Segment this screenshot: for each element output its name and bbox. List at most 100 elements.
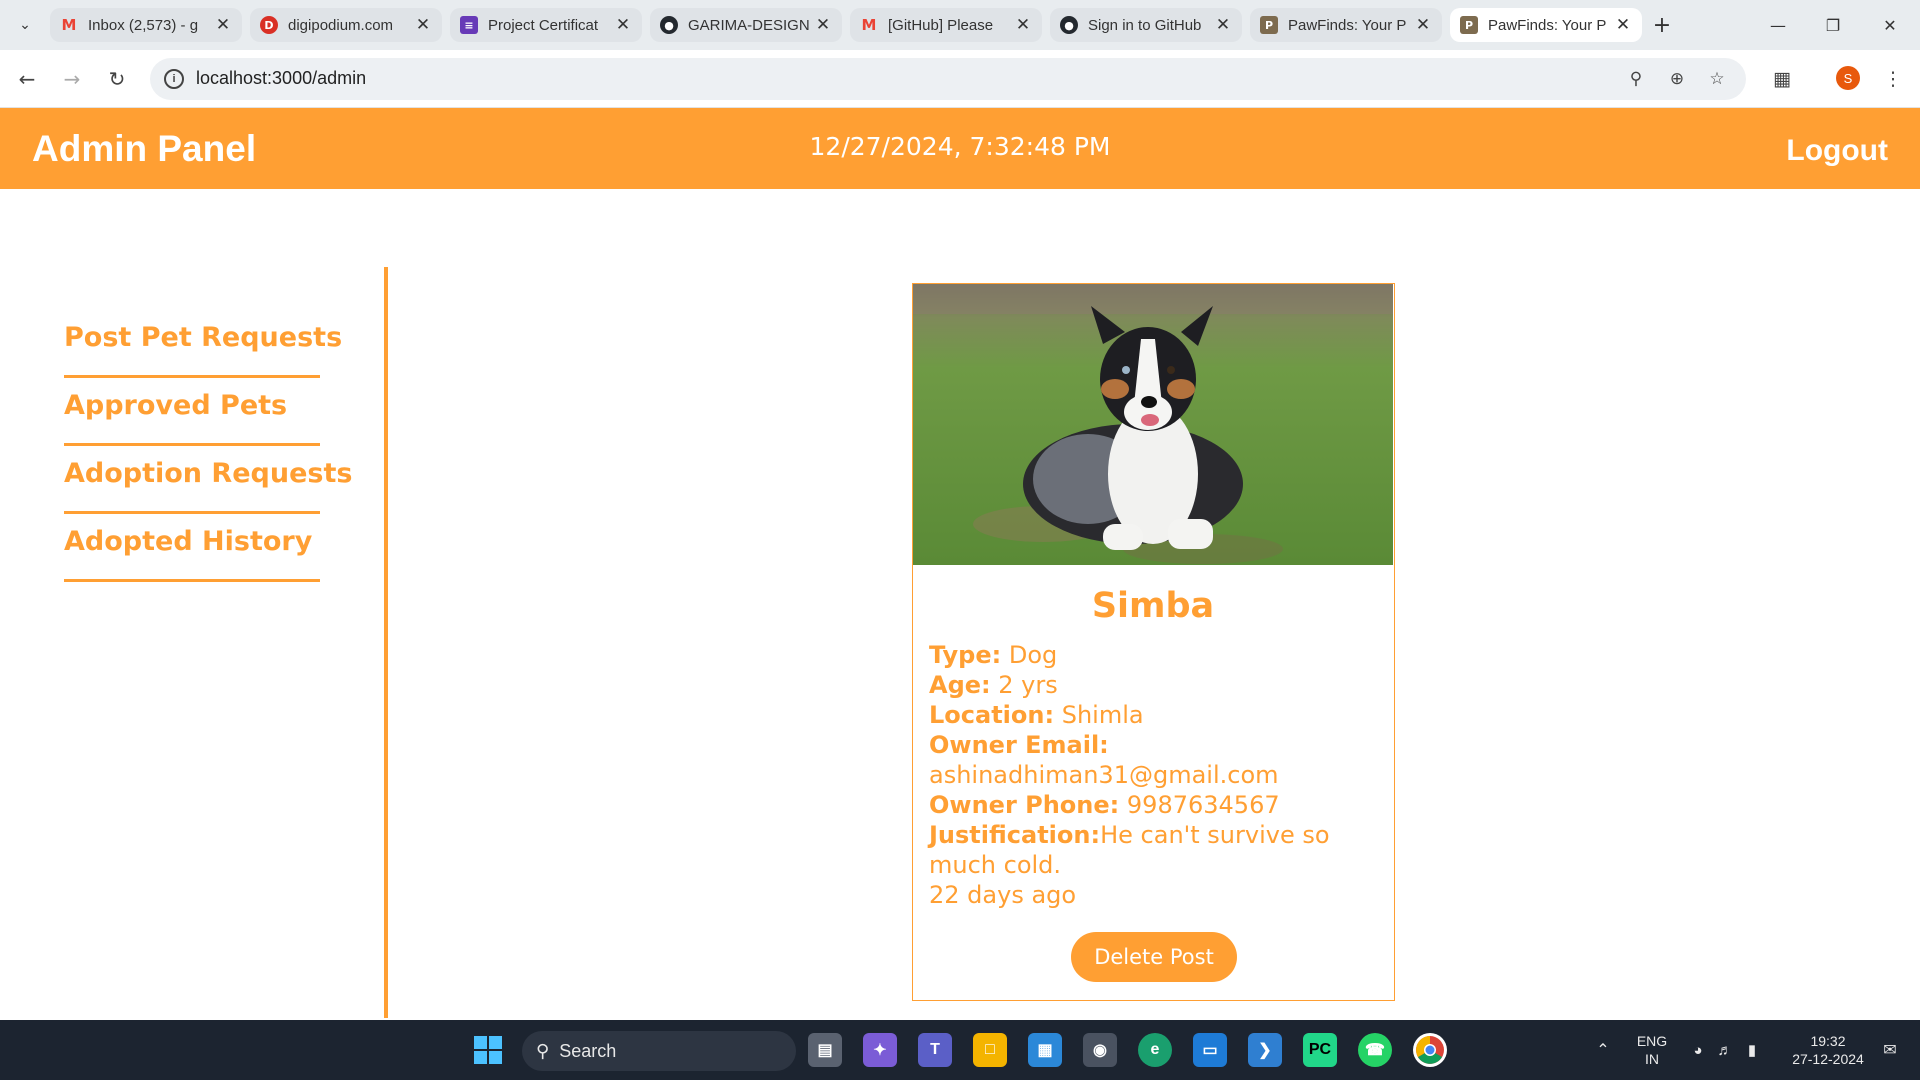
- tab-title: PawFinds: Your P: [1288, 16, 1407, 34]
- site-info-icon[interactable]: i: [164, 69, 184, 89]
- posted-ago: 22 days ago: [929, 881, 1077, 909]
- tab-title: Project Certificat: [488, 16, 599, 34]
- minimize-window-icon[interactable]: —: [1758, 10, 1798, 40]
- show-hidden-icons-chevron-icon[interactable]: ⌃: [1590, 1020, 1616, 1080]
- notifications-bell-icon[interactable]: ✉: [1876, 1020, 1904, 1080]
- sidebar-item-post-pet-requests[interactable]: Post Pet Requests: [64, 310, 342, 378]
- pycharm-icon[interactable]: PC: [1303, 1033, 1337, 1067]
- password-key-icon[interactable]: ⚲: [1624, 67, 1648, 91]
- forms-icon: ≡: [460, 16, 478, 34]
- tab-title: digipodium.com: [288, 16, 394, 34]
- close-tab-icon[interactable]: ✕: [414, 15, 432, 35]
- app-window-icon[interactable]: ▭: [1193, 1033, 1227, 1067]
- pet-type-value: Dog: [1008, 641, 1058, 669]
- pet-type-label: Type:: [929, 641, 1002, 669]
- pet-age-value: 2 yrs: [998, 671, 1058, 699]
- pet-card: Simba Type: Dog Age: 2 yrs Location: Shi…: [912, 283, 1395, 1001]
- close-tab-icon[interactable]: ✕: [1014, 15, 1032, 35]
- clock-time: 19:32: [1810, 1033, 1846, 1049]
- owner-phone-label: Owner Phone:: [929, 791, 1120, 819]
- profile-avatar[interactable]: S: [1836, 66, 1860, 90]
- new-tab-plus-icon[interactable]: +: [1648, 11, 1676, 39]
- browser-tab-bar: ⌄ M Inbox (2,573) - g ✕ D digipodium.com…: [0, 0, 1920, 50]
- task-view-icon[interactable]: ▤: [808, 1033, 842, 1067]
- tab-title: PawFinds: Your P: [1488, 16, 1607, 34]
- gmail-icon: M: [61, 16, 77, 34]
- pet-name: Simba: [1091, 586, 1215, 626]
- browser-tab[interactable]: M Inbox (2,573) - g ✕: [50, 8, 242, 42]
- dog-photo-image: [913, 284, 1393, 565]
- logout-button[interactable]: Logout: [1786, 134, 1888, 168]
- digipodium-icon: D: [260, 16, 278, 34]
- justification-label: Justification:: [929, 821, 1101, 849]
- delete-post-button[interactable]: Delete Post: [1071, 932, 1237, 982]
- pet-location-row: Location: Shimla: [929, 700, 1381, 730]
- bookmark-star-icon[interactable]: ☆: [1705, 67, 1729, 91]
- pawfinds-icon: P: [1260, 16, 1278, 34]
- url-text[interactable]: localhost:3000/admin: [196, 68, 366, 89]
- tab-title: [GitHub] Please: [888, 16, 994, 34]
- close-tab-icon[interactable]: ✕: [814, 15, 832, 35]
- windows-start-icon[interactable]: [473, 1035, 503, 1065]
- edge-browser-icon[interactable]: e: [1138, 1033, 1172, 1067]
- forward-arrow-icon[interactable]: →: [57, 64, 87, 94]
- close-tab-icon[interactable]: ✕: [614, 15, 632, 35]
- taskbar-clock[interactable]: 19:32 27-12-2024: [1778, 1020, 1878, 1080]
- close-tab-icon[interactable]: ✕: [1414, 15, 1432, 35]
- browser-tab[interactable]: ≡ Project Certificat ✕: [450, 8, 642, 42]
- browser-tab[interactable]: M [GitHub] Please ✕: [850, 8, 1042, 42]
- sidebar-item-adopted-history[interactable]: Adopted History: [64, 514, 320, 582]
- pet-age-label: Age:: [929, 671, 991, 699]
- browser-tab[interactable]: D digipodium.com ✕: [250, 8, 442, 42]
- browser-tab[interactable]: ● Sign in to GitHub ✕: [1050, 8, 1242, 42]
- gmail-icon: M: [861, 16, 877, 34]
- vscode-icon[interactable]: ❯: [1248, 1033, 1282, 1067]
- tab-title: GARIMA-DESIGN: [688, 16, 810, 34]
- browser-menu-icon[interactable]: ⋮: [1878, 64, 1908, 94]
- sidebar-item-approved-pets[interactable]: Approved Pets: [64, 378, 320, 446]
- tab-search-chevron-icon[interactable]: ⌄: [12, 12, 38, 38]
- camera-icon[interactable]: ◉: [1083, 1033, 1117, 1067]
- reload-icon[interactable]: ↻: [102, 64, 132, 94]
- pet-details: Type: Dog Age: 2 yrs Location: Shimla Ow…: [929, 640, 1381, 910]
- owner-phone-row: Owner Phone: 9987634567: [929, 790, 1381, 820]
- github-icon: ●: [660, 16, 678, 34]
- address-bar[interactable]: i localhost:3000/admin ⚲ ⊕ ☆: [150, 58, 1746, 100]
- teams-icon[interactable]: T: [918, 1033, 952, 1067]
- justification-row: Justification:He can't survive so much c…: [929, 820, 1381, 880]
- extensions-puzzle-icon[interactable]: ▦: [1767, 64, 1797, 94]
- close-tab-icon[interactable]: ✕: [1614, 15, 1632, 35]
- browser-tab[interactable]: ● GARIMA-DESIGN ✕: [650, 8, 842, 42]
- pet-type-row: Type: Dog: [929, 640, 1381, 670]
- chrome-icon[interactable]: [1413, 1033, 1447, 1067]
- microsoft-store-icon[interactable]: ▦: [1028, 1033, 1062, 1067]
- volume-icon[interactable]: ♬: [1713, 1020, 1737, 1080]
- close-window-icon[interactable]: ✕: [1870, 10, 1910, 40]
- windows-taskbar: ⚲ Search ▤ ✦ T □ ▦ ◉ e ▭ ❯ PC ☎ ⌃ ENG IN…: [0, 1020, 1920, 1080]
- zoom-icon[interactable]: ⊕: [1665, 67, 1689, 91]
- current-datetime: 12/27/2024, 7:32:48 PM: [809, 132, 1111, 161]
- wifi-icon[interactable]: ◕: [1686, 1020, 1710, 1080]
- file-explorer-icon[interactable]: □: [973, 1033, 1007, 1067]
- copilot-icon[interactable]: ✦: [863, 1033, 897, 1067]
- pet-age-row: Age: 2 yrs: [929, 670, 1381, 700]
- taskbar-search[interactable]: ⚲ Search: [522, 1031, 796, 1071]
- close-tab-icon[interactable]: ✕: [214, 15, 232, 35]
- battery-icon[interactable]: ▮: [1740, 1020, 1764, 1080]
- browser-tab[interactable]: P PawFinds: Your P ✕: [1250, 8, 1442, 42]
- taskbar-search-label: Search: [559, 1040, 617, 1061]
- owner-phone-value: 9987634567: [1126, 791, 1280, 819]
- restore-window-icon[interactable]: ❐: [1813, 10, 1853, 40]
- pet-photo: [913, 284, 1393, 565]
- browser-tab-active[interactable]: P PawFinds: Your P ✕: [1450, 8, 1642, 42]
- whatsapp-icon[interactable]: ☎: [1358, 1033, 1392, 1067]
- sidebar-divider: [384, 267, 388, 1018]
- close-tab-icon[interactable]: ✕: [1214, 15, 1232, 35]
- owner-email-row: Owner Email: ashinadhiman31@gmail.com: [929, 730, 1381, 790]
- tab-title: Sign in to GitHub: [1088, 16, 1202, 34]
- language-line1: ENG: [1636, 1033, 1668, 1049]
- pet-location-label: Location:: [929, 701, 1055, 729]
- back-arrow-icon[interactable]: ←: [12, 64, 42, 94]
- language-indicator[interactable]: ENG IN: [1628, 1020, 1676, 1080]
- sidebar-item-adoption-requests[interactable]: Adoption Requests: [64, 446, 352, 514]
